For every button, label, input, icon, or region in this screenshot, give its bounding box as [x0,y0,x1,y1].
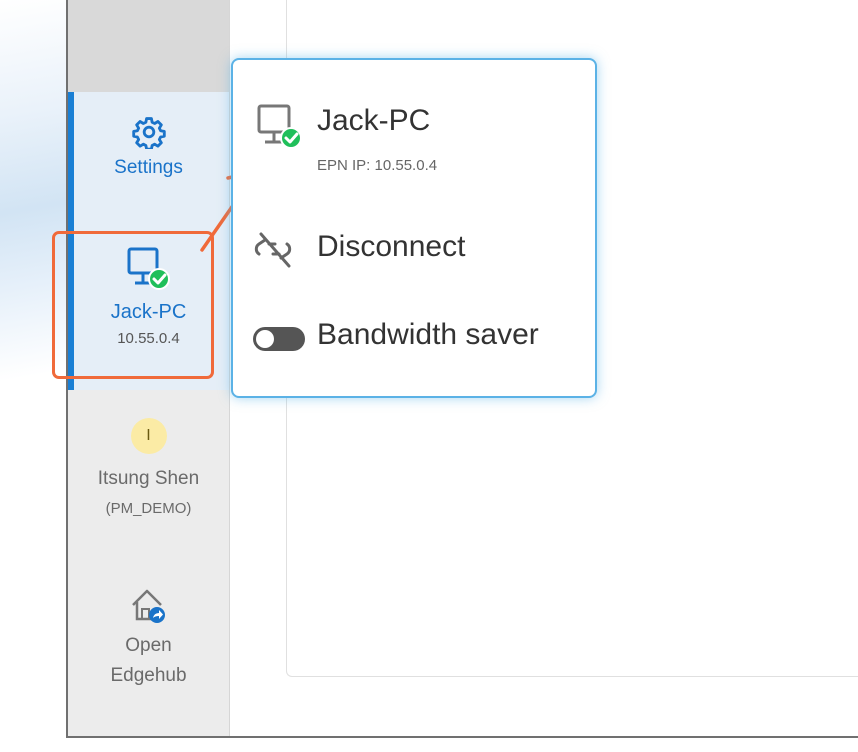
device-popup-menu: Jack-PC EPN IP: 10.55.0.4 Disconnect Ban… [231,58,597,398]
link-off-icon [254,232,292,268]
bandwidth-saver-toggle[interactable]: Bandwidth saver [233,310,599,360]
user-org-label: (PM_DEMO) [105,500,192,517]
annotation-highlight-box [52,231,214,379]
sidebar-item-user[interactable]: I Itsung Shen (PM_DEMO) [68,418,229,517]
sidebar-item-open-edgehub[interactable]: Open Edgehub [68,585,229,691]
avatar: I [130,418,167,454]
gear-icon [131,117,166,149]
monitor-check-icon [257,104,302,149]
sidebar-item-settings[interactable]: Settings [68,115,229,179]
popup-device-ip: EPN IP: 10.55.0.4 [317,157,438,174]
edgehub-label-line2: Edgehub [110,665,187,686]
user-name-label: Itsung Shen [97,468,200,489]
bandwidth-saver-label: Bandwidth saver [317,318,539,351]
popup-device-name: Jack-PC [317,104,431,137]
toggle-off-icon [253,327,305,351]
sidebar-header [68,0,229,92]
disconnect-button[interactable]: Disconnect [233,222,599,272]
settings-label: Settings [114,157,183,178]
edgehub-label-line1: Open [125,635,172,656]
disconnect-label: Disconnect [317,230,466,263]
home-share-icon [131,589,165,623]
